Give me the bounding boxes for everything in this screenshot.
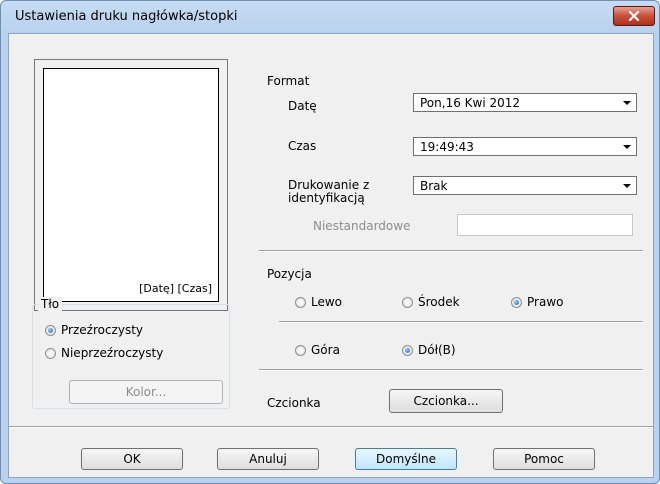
radio-selected-icon xyxy=(511,296,522,308)
color-button[interactable]: Kolor... xyxy=(69,380,223,404)
custom-input[interactable] xyxy=(457,214,633,236)
position-top-label: Góra xyxy=(311,343,340,357)
font-button[interactable]: Czcionka... xyxy=(389,389,503,413)
ok-button[interactable]: OK xyxy=(81,448,183,470)
vertical-separator xyxy=(259,369,643,371)
close-button[interactable] xyxy=(613,6,655,26)
font-label: Czcionka xyxy=(267,396,321,410)
chevron-down-icon xyxy=(623,184,631,188)
position-center-radio[interactable]: Środek xyxy=(402,295,460,309)
position-top-radio[interactable]: Góra xyxy=(295,343,340,357)
time-label: Czas xyxy=(288,139,317,153)
background-transparent-label: Przeźroczysty xyxy=(61,323,144,337)
title-bar[interactable]: Ustawienia druku nagłówka/stopki xyxy=(1,1,659,33)
custom-label: Niestandardowe xyxy=(313,219,411,233)
help-button[interactable]: Pomoc xyxy=(493,448,595,470)
position-heading: Pozycja xyxy=(267,267,312,281)
preview-page: [Datę] [Czas] xyxy=(43,68,219,302)
format-separator xyxy=(259,250,643,252)
preview-footer-text: [Datę] [Czas] xyxy=(139,282,212,295)
id-print-select[interactable]: Brak xyxy=(413,176,637,195)
background-transparent-radio[interactable]: Przeźroczysty xyxy=(45,323,143,337)
background-opaque-label: Nieprzeźroczysty xyxy=(61,346,164,360)
radio-selected-icon xyxy=(45,324,56,336)
position-left-radio[interactable]: Lewo xyxy=(295,295,342,309)
radio-unselected-icon xyxy=(45,347,56,359)
radio-selected-icon xyxy=(402,344,413,356)
time-select-value: 19:49:43 xyxy=(420,140,474,154)
radio-unselected-icon xyxy=(295,296,306,308)
close-icon xyxy=(628,11,640,21)
position-left-label: Lewo xyxy=(311,295,343,309)
chevron-down-icon xyxy=(623,101,631,105)
dialog-window: Ustawienia druku nagłówka/stopki [Datę] … xyxy=(0,0,660,484)
date-select[interactable]: Pon,16 Kwi 2012 xyxy=(413,93,637,112)
chevron-down-icon xyxy=(623,145,631,149)
position-right-radio[interactable]: Prawo xyxy=(511,295,563,309)
date-label: Datę xyxy=(288,99,317,113)
position-bottom-radio[interactable]: Dół(B) xyxy=(402,343,456,357)
cancel-button[interactable]: Anuluj xyxy=(217,448,319,470)
id-print-label-line2: identyfikacją xyxy=(288,191,365,205)
background-opaque-radio[interactable]: Nieprzeźroczysty xyxy=(45,346,163,360)
dialog-body: [Datę] [Czas] Tło Przeźroczysty Nieprzeź… xyxy=(8,33,654,478)
id-print-label-line1: Drukowanie z xyxy=(288,178,370,192)
window-title: Ustawienia druku nagłówka/stopki xyxy=(15,9,238,24)
time-select[interactable]: 19:49:43 xyxy=(413,137,637,156)
radio-unselected-icon xyxy=(295,344,306,356)
format-heading: Format xyxy=(267,74,310,88)
position-separator xyxy=(279,321,643,323)
date-select-value: Pon,16 Kwi 2012 xyxy=(420,96,521,110)
position-bottom-label: Dół(B) xyxy=(418,343,456,357)
buttons-separator xyxy=(9,426,653,428)
id-print-select-value: Brak xyxy=(420,179,448,193)
background-group-label: Tło xyxy=(38,297,63,311)
preview-panel: [Datę] [Czas] xyxy=(34,59,228,311)
position-right-label: Prawo xyxy=(527,295,564,309)
defaults-button[interactable]: Domyślne xyxy=(355,448,457,470)
radio-unselected-icon xyxy=(402,296,413,308)
position-center-label: Środek xyxy=(418,295,460,309)
